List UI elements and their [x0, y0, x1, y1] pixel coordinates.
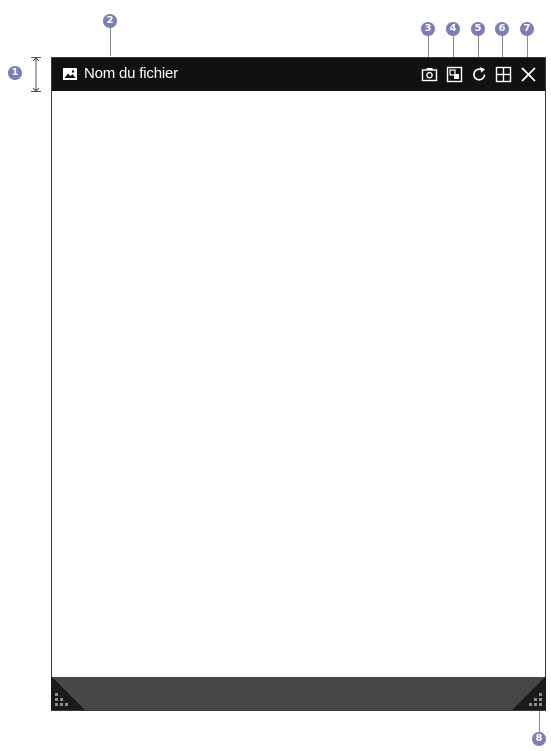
viewer-window: Nom du fichier — [51, 57, 546, 711]
bottom-bar — [52, 677, 545, 710]
callout-4: 4 — [446, 22, 460, 36]
image-viewport — [52, 91, 545, 678]
window-title: Nom du fichier — [84, 65, 178, 82]
resize-handle-bottom-right[interactable] — [512, 676, 546, 710]
callout-2-leader — [110, 28, 111, 56]
title-bar[interactable]: Nom du fichier — [52, 58, 545, 91]
callout-3: 3 — [421, 22, 435, 36]
resize-handle-bottom-left[interactable] — [51, 676, 85, 710]
camera-icon[interactable] — [421, 66, 438, 83]
callout-1: 1 — [8, 66, 22, 80]
close-icon[interactable] — [520, 66, 537, 83]
titlebar-height-brace — [31, 57, 41, 92]
rotate-icon[interactable] — [471, 66, 488, 83]
callout-2: 2 — [103, 14, 117, 28]
callout-8: 8 — [532, 732, 546, 746]
image-icon — [63, 68, 77, 80]
layout-grid-icon[interactable] — [495, 66, 512, 83]
callout-7: 7 — [520, 22, 534, 36]
picture-in-picture-icon[interactable] — [446, 66, 463, 83]
callout-5: 5 — [471, 22, 485, 36]
callout-6: 6 — [495, 22, 509, 36]
